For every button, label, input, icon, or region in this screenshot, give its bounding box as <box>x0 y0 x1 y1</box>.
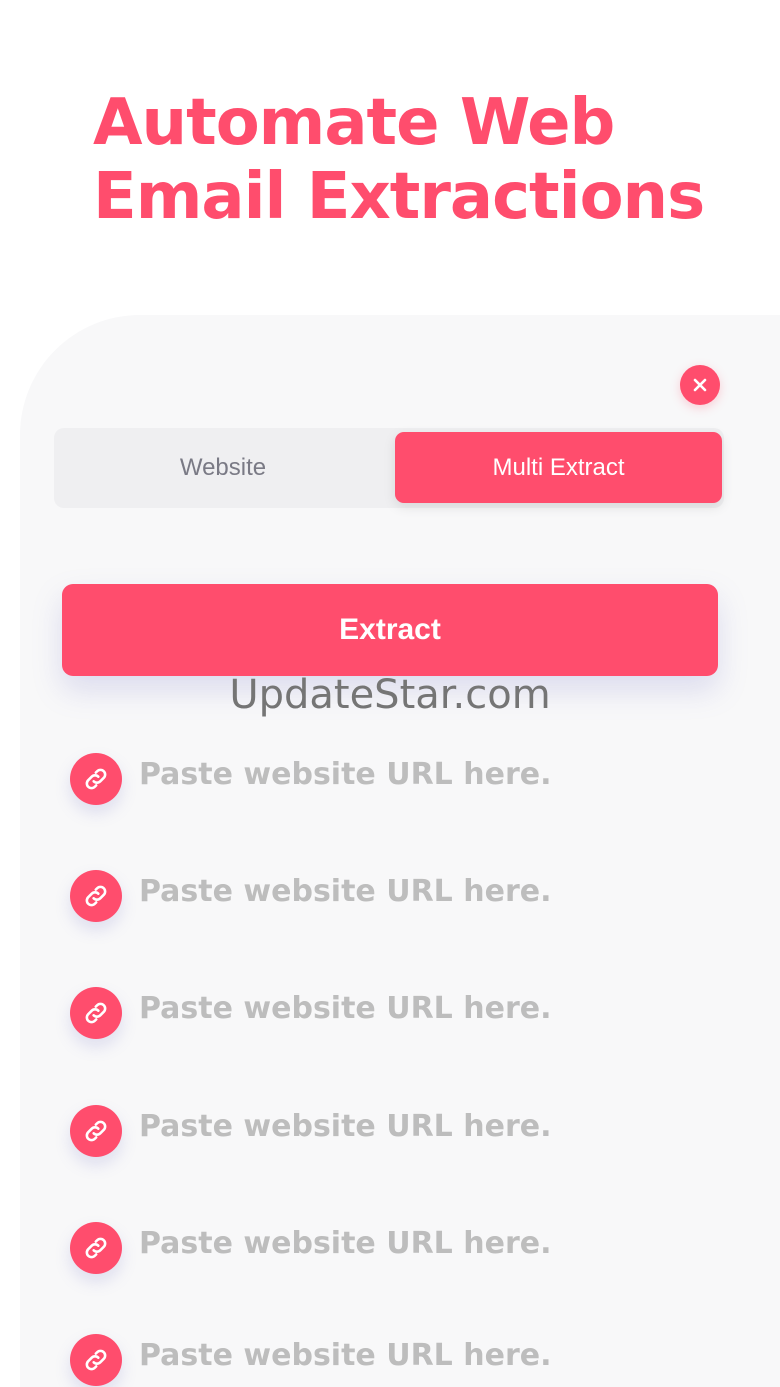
app-screen: Automate Web Email Extractions Website M… <box>0 0 780 1387</box>
url-row-1 <box>70 752 730 806</box>
watermark: UpdateStar.com <box>229 672 551 718</box>
url-row-3 <box>70 986 730 1040</box>
url-input-1[interactable] <box>139 756 719 792</box>
link-icon <box>70 753 122 805</box>
close-button[interactable] <box>680 365 720 405</box>
url-row-6 <box>70 1333 730 1387</box>
headline-line-2: Email Extractions <box>93 160 705 234</box>
tab-website[interactable]: Website <box>58 432 388 503</box>
url-input-6[interactable] <box>139 1337 719 1373</box>
url-row-2 <box>70 869 730 923</box>
extract-button[interactable]: Extract <box>62 584 718 676</box>
url-row-5 <box>70 1221 730 1275</box>
tab-multi-extract[interactable]: Multi Extract <box>395 432 722 503</box>
close-icon <box>693 378 707 392</box>
url-input-2[interactable] <box>139 873 719 909</box>
url-input-5[interactable] <box>139 1225 719 1261</box>
url-input-3[interactable] <box>139 990 719 1026</box>
link-icon <box>70 1105 122 1157</box>
link-icon <box>70 987 122 1039</box>
mode-toggle: Website Multi Extract <box>54 428 724 508</box>
link-icon <box>70 1334 122 1386</box>
headline: Automate Web Email Extractions <box>93 86 705 234</box>
url-row-4 <box>70 1104 730 1158</box>
link-icon <box>70 870 122 922</box>
headline-line-1: Automate Web <box>93 86 615 160</box>
link-icon <box>70 1222 122 1274</box>
url-input-4[interactable] <box>139 1108 719 1144</box>
